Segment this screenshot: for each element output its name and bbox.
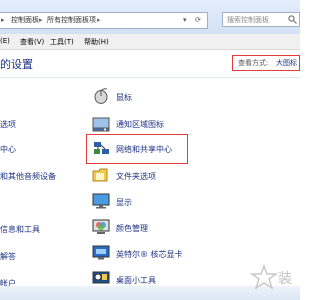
item-network-sharing-center[interactable]: 网络和共享中心 [116, 144, 172, 155]
item-notification-area-icons[interactable]: 通知区域图标 [116, 119, 164, 130]
desktop-gadgets-icon[interactable] [92, 271, 110, 287]
address-bar-area: ▸ 控制面板 ▸ 所有控制面板项 ▸ ▾ ⟳ 搜索控制面板 [0, 0, 300, 34]
page-title: 的设置 [0, 58, 33, 71]
watermark-text: 装 [278, 271, 292, 287]
breadcrumb-separator-icon[interactable]: ▸ [39, 13, 43, 28]
watermark: 装 [249, 262, 300, 296]
item-color-management[interactable]: 颜色管理 [116, 223, 148, 234]
intel-graphics-icon[interactable] [92, 245, 110, 261]
display-icon[interactable] [92, 193, 110, 209]
item-mouse[interactable]: 鼠标 [116, 92, 132, 103]
address-bar[interactable]: ▸ 控制面板 ▸ 所有控制面板项 ▸ ▾ ⟳ [0, 12, 208, 29]
view-by-value[interactable]: 大图标 [276, 56, 297, 70]
view-by-label: 查看方式: [238, 59, 269, 67]
watermark-star-icon [249, 263, 279, 290]
refresh-icon[interactable]: ⟳ [195, 13, 201, 28]
notification-area-icon[interactable] [92, 116, 110, 132]
left-item-audio-devices[interactable]: 和其他音频设备 [0, 171, 56, 182]
breadcrumb-all-items[interactable]: 所有控制面板项 [47, 13, 96, 28]
header-divider [0, 77, 300, 78]
item-intel-graphics[interactable]: 英特尔® 核芯显卡 [116, 249, 183, 260]
left-item-info-tools[interactable]: 信息和工具 [0, 224, 40, 235]
item-folder-options[interactable]: 文件夹选项 [116, 171, 156, 182]
breadcrumb-separator-icon[interactable]: ▸ [97, 13, 101, 28]
menu-tools[interactable]: 工具(T) [50, 37, 74, 47]
menu-view[interactable]: 查看(V) [20, 37, 44, 47]
menu-help[interactable]: 帮助(H) [84, 37, 109, 47]
color-management-icon[interactable] [92, 219, 110, 235]
menu-bar: (E) 查看(V) 工具(T) 帮助(H) [0, 34, 300, 50]
folder-arrow-icon[interactable]: ▸ [1, 13, 5, 28]
folder-options-icon[interactable] [92, 167, 110, 183]
left-item-options[interactable]: 选项 [0, 119, 16, 130]
view-by-selector[interactable]: 查看方式: 大图标 [232, 55, 300, 71]
item-desktop-gadgets[interactable]: 桌面小工具 [116, 275, 156, 286]
left-item-troubleshoot[interactable]: 解答 [0, 251, 16, 262]
left-item-center[interactable]: 中心 [0, 144, 16, 155]
item-display[interactable]: 显示 [116, 197, 132, 208]
chevron-down-icon[interactable]: ▾ [183, 13, 187, 28]
search-icon[interactable] [288, 15, 297, 24]
menu-edit[interactable]: (E) [0, 37, 10, 45]
breadcrumb-control-panel[interactable]: 控制面板 [11, 13, 39, 28]
network-sharing-icon[interactable] [92, 140, 110, 156]
mouse-icon[interactable] [92, 88, 110, 104]
